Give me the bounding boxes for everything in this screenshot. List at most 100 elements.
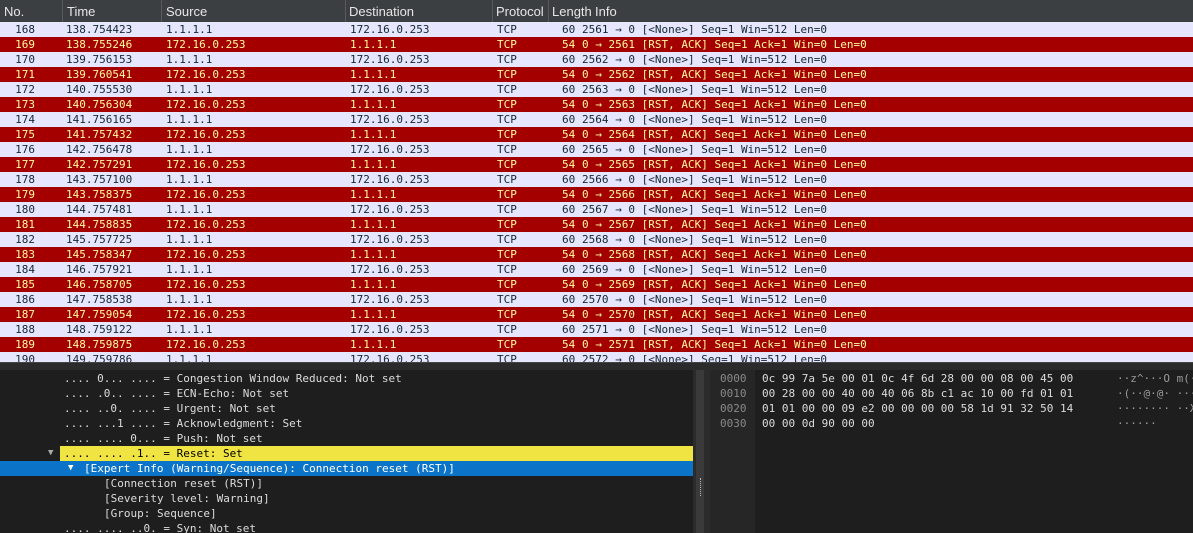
bytes-offset: 0020 xyxy=(720,402,747,415)
packet-length: 54 xyxy=(562,68,576,81)
packet-time: 140.756304 xyxy=(66,98,133,111)
packet-time: 139.760541 xyxy=(66,68,133,81)
column-header-time[interactable]: Time xyxy=(67,4,95,19)
detail-line[interactable]: .... .... 0... = Push: Not set xyxy=(0,431,693,446)
bytes-ascii[interactable]: ······ xyxy=(1117,416,1157,431)
packet-no: 187 xyxy=(15,308,35,321)
bytes-offset: 0030 xyxy=(720,417,747,430)
packet-bytes-pane[interactable]: 0000 0c 99 7a 5e 00 01 0c 4f 6d 28 00 00 … xyxy=(710,370,1193,533)
packet-row[interactable]: 185 146.758705 172.16.0.253 1.1.1.1 TCP 54 0 →… xyxy=(0,277,1193,292)
packet-info: 0 → 2567 [RST, ACK] Seq=1 Ack=1 Win=0 Le… xyxy=(582,218,867,231)
bytes-hex[interactable]: 00 28 00 00 40 00 40 06 8b c1 ac 10 00 f… xyxy=(762,386,1073,401)
packet-info: 0 → 2568 [RST, ACK] Seq=1 Ack=1 Win=0 Le… xyxy=(582,248,867,261)
packet-protocol: TCP xyxy=(497,83,517,96)
packet-row[interactable]: 174 141.756165 1.1.1.1 172.16.0.253 TCP 60 256… xyxy=(0,112,1193,127)
packet-time: 138.754423 xyxy=(66,23,133,36)
packet-destination: 172.16.0.253 xyxy=(350,293,430,306)
packet-row[interactable]: 171 139.760541 172.16.0.253 1.1.1.1 TCP 54 0 →… xyxy=(0,67,1193,82)
packet-source: 172.16.0.253 xyxy=(166,218,246,231)
bytes-hex[interactable]: 00 00 0d 90 00 00 xyxy=(762,416,875,431)
detail-line[interactable]: [Group: Sequence] xyxy=(0,506,693,521)
column-header-info[interactable]: Info xyxy=(595,4,617,19)
packet-source: 1.1.1.1 xyxy=(166,323,213,336)
expand-arrow-icon[interactable]: ▼ xyxy=(68,461,73,476)
packet-row[interactable]: 187 147.759054 172.16.0.253 1.1.1.1 TCP 54 0 →… xyxy=(0,307,1193,322)
bytes-ascii[interactable]: ········ ··X··2P· xyxy=(1117,401,1193,416)
packet-row[interactable]: 189 148.759875 172.16.0.253 1.1.1.1 TCP 54 0 →… xyxy=(0,337,1193,352)
packet-details-pane[interactable]: .... 0... .... = Congestion Window Reduc… xyxy=(0,370,693,533)
scrollbar-thumb[interactable] xyxy=(696,370,704,533)
detail-text: .... ...1 .... = Acknowledgment: Set xyxy=(64,417,303,430)
packet-row[interactable]: 177 142.757291 172.16.0.253 1.1.1.1 TCP 54 0 →… xyxy=(0,157,1193,172)
packet-row[interactable]: 179 143.758375 172.16.0.253 1.1.1.1 TCP 54 0 →… xyxy=(0,187,1193,202)
packet-row[interactable]: 168 138.754423 1.1.1.1 172.16.0.253 TCP 60 256… xyxy=(0,22,1193,37)
packet-row[interactable]: 173 140.756304 172.16.0.253 1.1.1.1 TCP 54 0 →… xyxy=(0,97,1193,112)
packet-source: 172.16.0.253 xyxy=(166,38,246,51)
packet-length: 54 xyxy=(562,308,576,321)
packet-no: 184 xyxy=(15,263,35,276)
detail-line[interactable]: [Severity level: Warning] xyxy=(0,491,693,506)
packet-protocol: TCP xyxy=(497,128,517,141)
packet-no: 190 xyxy=(15,353,35,362)
packet-time: 142.756478 xyxy=(66,143,133,156)
bytes-ascii[interactable]: ··z^···O m(····E· xyxy=(1117,371,1193,386)
packet-destination: 172.16.0.253 xyxy=(350,143,430,156)
packet-row[interactable]: 170 139.756153 1.1.1.1 172.16.0.253 TCP 60 256… xyxy=(0,52,1193,67)
detail-line[interactable]: .... .0.. .... = ECN-Echo: Not set xyxy=(0,386,693,401)
packet-time: 149.759786 xyxy=(66,353,133,362)
packet-no: 174 xyxy=(15,113,35,126)
packet-source: 172.16.0.253 xyxy=(166,308,246,321)
packet-row[interactable]: 181 144.758835 172.16.0.253 1.1.1.1 TCP 54 0 →… xyxy=(0,217,1193,232)
detail-line[interactable]: [Connection reset (RST)] xyxy=(0,476,693,491)
packet-destination: 1.1.1.1 xyxy=(350,248,397,261)
packet-info: 0 → 2563 [RST, ACK] Seq=1 Ack=1 Win=0 Le… xyxy=(582,98,867,111)
packet-row[interactable]: 172 140.755530 1.1.1.1 172.16.0.253 TCP 60 256… xyxy=(0,82,1193,97)
bytes-ascii[interactable]: ·(··@·@· ········ xyxy=(1117,386,1193,401)
packet-list-pane[interactable]: No. Time Source Destination Protocol Len… xyxy=(0,0,1193,362)
column-header-length[interactable]: Length xyxy=(552,4,592,19)
column-header-source[interactable]: Source xyxy=(166,4,207,19)
packet-row[interactable]: 169 138.755246 172.16.0.253 1.1.1.1 TCP 54 0 →… xyxy=(0,37,1193,52)
details-scrollbar[interactable] xyxy=(693,370,707,533)
detail-line[interactable]: ▼ .... .... .1.. = Reset: Set xyxy=(0,446,693,461)
packet-time: 141.757432 xyxy=(66,128,133,141)
scrollbar-grip xyxy=(700,478,702,496)
packet-row[interactable]: 186 147.758538 1.1.1.1 172.16.0.253 TCP 60 257… xyxy=(0,292,1193,307)
detail-line[interactable]: ▼ [Expert Info (Warning/Sequence): Connec… xyxy=(0,461,693,476)
packet-no: 181 xyxy=(15,218,35,231)
detail-text: .... 0... .... = Congestion Window Reduc… xyxy=(64,372,402,385)
packet-row[interactable]: 182 145.757725 1.1.1.1 172.16.0.253 TCP 60 256… xyxy=(0,232,1193,247)
packet-info: 0 → 2569 [RST, ACK] Seq=1 Ack=1 Win=0 Le… xyxy=(582,278,867,291)
detail-line[interactable]: .... ..0. .... = Urgent: Not set xyxy=(0,401,693,416)
packet-no: 176 xyxy=(15,143,35,156)
packet-row[interactable]: 188 148.759122 1.1.1.1 172.16.0.253 TCP 60 257… xyxy=(0,322,1193,337)
packet-row[interactable]: 190 149.759786 1.1.1.1 172.16.0.253 TCP 60 257… xyxy=(0,352,1193,362)
packet-source: 172.16.0.253 xyxy=(166,128,246,141)
packet-row[interactable]: 175 141.757432 172.16.0.253 1.1.1.1 TCP 54 0 →… xyxy=(0,127,1193,142)
packet-row[interactable]: 176 142.756478 1.1.1.1 172.16.0.253 TCP 60 256… xyxy=(0,142,1193,157)
packet-row[interactable]: 183 145.758347 172.16.0.253 1.1.1.1 TCP 54 0 →… xyxy=(0,247,1193,262)
packet-destination: 1.1.1.1 xyxy=(350,338,397,351)
packet-no: 169 xyxy=(15,38,35,51)
packet-protocol: TCP xyxy=(497,173,517,186)
packet-no: 183 xyxy=(15,248,35,261)
packet-row[interactable]: 178 143.757100 1.1.1.1 172.16.0.253 TCP 60 256… xyxy=(0,172,1193,187)
packet-row[interactable]: 184 146.757921 1.1.1.1 172.16.0.253 TCP 60 256… xyxy=(0,262,1193,277)
detail-text: [Expert Info (Warning/Sequence): Connect… xyxy=(84,462,455,475)
column-header-protocol[interactable]: Protocol xyxy=(496,4,544,19)
packet-no: 171 xyxy=(15,68,35,81)
column-header-no[interactable]: No. xyxy=(4,4,24,19)
detail-line[interactable]: .... .... ..0. = Syn: Not set xyxy=(0,521,693,533)
detail-line[interactable]: .... 0... .... = Congestion Window Reduc… xyxy=(0,371,693,386)
expand-arrow-icon[interactable]: ▼ xyxy=(48,446,53,461)
packet-source: 1.1.1.1 xyxy=(166,23,213,36)
packet-row[interactable]: 180 144.757481 1.1.1.1 172.16.0.253 TCP 60 256… xyxy=(0,202,1193,217)
column-header-destination[interactable]: Destination xyxy=(349,4,414,19)
detail-line[interactable]: .... ...1 .... = Acknowledgment: Set xyxy=(0,416,693,431)
packet-info: 2565 → 0 [<None>] Seq=1 Win=512 Len=0 xyxy=(582,143,828,156)
bytes-hex[interactable]: 01 01 00 00 09 e2 00 00 00 00 58 1d 91 3… xyxy=(762,401,1073,416)
packet-source: 172.16.0.253 xyxy=(166,248,246,261)
packet-destination: 1.1.1.1 xyxy=(350,158,397,171)
bytes-hex[interactable]: 0c 99 7a 5e 00 01 0c 4f 6d 28 00 00 08 0… xyxy=(762,371,1073,386)
packet-length: 54 xyxy=(562,188,576,201)
